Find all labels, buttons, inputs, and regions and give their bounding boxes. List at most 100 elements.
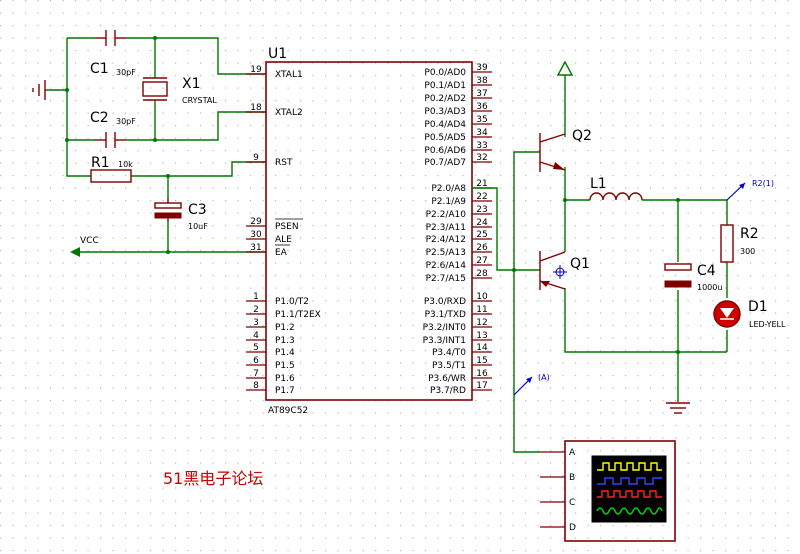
vcc-label: VCC <box>80 236 99 246</box>
chip-ref: U1 <box>268 46 287 62</box>
pin-number: 22 <box>476 192 487 202</box>
pin-number: 7 <box>253 369 259 379</box>
grid-background <box>0 0 800 554</box>
pin-number: 29 <box>250 217 262 227</box>
pin-name: P3.4/T0 <box>432 348 466 358</box>
c4-ref: C4 <box>697 263 716 279</box>
pin-number: 10 <box>476 292 488 302</box>
r2-ref: R2 <box>740 226 759 242</box>
pin-number: 33 <box>476 141 487 151</box>
pin-name: P1.0/T2 <box>275 297 309 307</box>
pin-name: P1.2 <box>275 323 295 333</box>
x1-ref: X1 <box>182 76 201 92</box>
pin-name: P3.7/RD <box>430 386 466 396</box>
pin-number: 26 <box>476 243 488 253</box>
pin-number: 5 <box>253 343 259 353</box>
pin-number: 34 <box>476 128 488 138</box>
pin-number: 4 <box>253 331 259 341</box>
pin-number: 25 <box>476 230 487 240</box>
c2-value: 30pF <box>116 117 136 126</box>
pin-name: EA <box>275 248 288 258</box>
pin-number: 23 <box>476 205 487 215</box>
pin-name: P2.2/A10 <box>426 210 467 220</box>
pin-name: P3.2/INT0 <box>423 323 467 333</box>
pin-number: 2 <box>253 305 259 315</box>
pin-name: P2.3/A11 <box>426 223 466 233</box>
pin-number: 16 <box>476 369 488 379</box>
pin-name: P0.3/AD3 <box>424 107 466 117</box>
pin-number: 13 <box>476 331 487 341</box>
pin-name: P2.5/A13 <box>426 248 466 258</box>
pin-name: P0.7/AD7 <box>424 158 466 168</box>
probe-r2-label: R2(1) <box>752 179 774 188</box>
l1-ref: L1 <box>590 176 607 192</box>
pin-number: 36 <box>476 102 488 112</box>
scope-channel-label: A <box>569 448 576 458</box>
pin-number: 30 <box>250 230 262 240</box>
pin-name: P3.3/INT1 <box>423 336 466 346</box>
c4-value: 1000u <box>697 283 722 292</box>
pin-number: 14 <box>476 343 488 353</box>
pin-name: P0.0/AD0 <box>424 68 466 78</box>
c3-ref: C3 <box>188 202 207 218</box>
d1-ref: D1 <box>748 299 768 315</box>
pin-number: 35 <box>476 115 487 125</box>
pin-number: 15 <box>476 356 487 366</box>
probe-a-label: (A) <box>538 373 550 382</box>
c2-ref: C2 <box>90 110 109 126</box>
pin-name: P2.1/A9 <box>431 197 466 207</box>
pin-name: P3.0/RXD <box>424 297 466 307</box>
pin-number: 31 <box>250 243 261 253</box>
pin-name: P2.4/A12 <box>426 235 466 245</box>
pin-name: P1.4 <box>275 348 295 358</box>
r1-ref: R1 <box>91 155 110 171</box>
pin-name: P2.6/A14 <box>426 261 467 271</box>
pin-number: 39 <box>476 63 488 73</box>
pin-name: P2.7/A15 <box>426 274 466 284</box>
pin-name: P1.5 <box>275 361 295 371</box>
chip-part: AT89C52 <box>268 406 308 416</box>
pin-number: 24 <box>476 218 488 228</box>
pin-number: 11 <box>476 305 487 315</box>
pin-name: P1.6 <box>275 374 295 384</box>
pin-number: 6 <box>253 356 259 366</box>
pin-number: 9 <box>253 153 259 163</box>
pin-number: 37 <box>476 89 487 99</box>
pin-name: P0.1/AD1 <box>424 81 466 91</box>
pin-name: P3.1/TXD <box>425 310 466 320</box>
scope-channel-label: C <box>569 498 575 508</box>
pin-number: 3 <box>253 318 259 328</box>
pin-number: 12 <box>476 318 487 328</box>
pin-name: P3.5/T1 <box>432 361 466 371</box>
d1-value: LED-YELL <box>749 320 786 329</box>
x1-value: CRYSTAL <box>182 96 217 105</box>
schematic-canvas: VCC C1 30pF C2 30pF X1 CRYSTAL R1 10k C3… <box>0 0 800 554</box>
pin-name: P2.0/A8 <box>431 184 466 194</box>
scope-channel-label: D <box>569 523 576 533</box>
watermark-text: 51黑电子论坛 <box>163 469 263 488</box>
pin-name: P3.6/WR <box>428 374 466 384</box>
pin-name: P0.6/AD6 <box>424 146 466 156</box>
q2-ref: Q2 <box>572 128 592 144</box>
pin-name: RST <box>275 158 293 168</box>
pin-name: P0.2/AD2 <box>424 94 466 104</box>
pin-name: PSEN <box>275 222 299 232</box>
pin-number: 27 <box>476 256 487 266</box>
q1-ref: Q1 <box>570 256 590 272</box>
pin-name: P1.7 <box>275 386 295 396</box>
pin-name: P0.4/AD4 <box>424 120 466 130</box>
c1-ref: C1 <box>90 61 109 77</box>
pin-name: ALE <box>275 235 292 245</box>
pin-name: XTAL1 <box>275 70 303 80</box>
pin-name: XTAL2 <box>275 108 303 118</box>
pin-name: P1.3 <box>275 336 295 346</box>
pin-number: 19 <box>250 65 262 75</box>
c1-value: 30pF <box>116 68 136 77</box>
pin-number: 1 <box>253 292 259 302</box>
pin-name: P0.5/AD5 <box>424 133 466 143</box>
pin-number: 32 <box>476 153 487 163</box>
scope-channel-label: B <box>569 473 575 483</box>
pin-number: 28 <box>476 269 488 279</box>
r2-value: 300 <box>740 247 755 256</box>
pin-number: 18 <box>250 103 262 113</box>
